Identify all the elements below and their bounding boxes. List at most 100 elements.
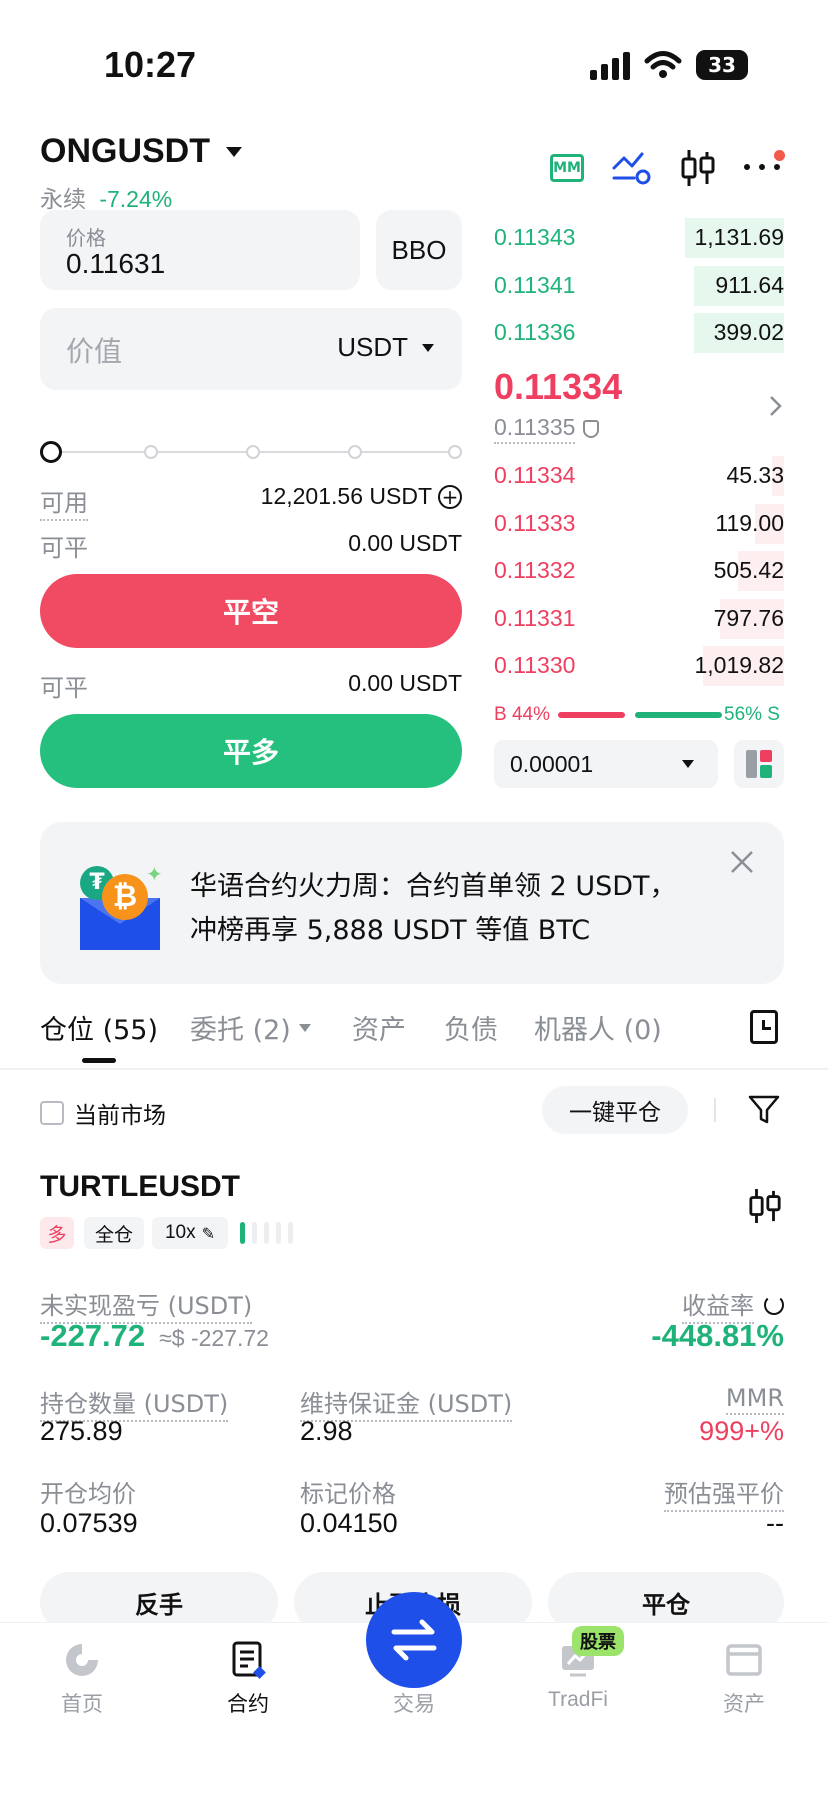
bbo-button[interactable]: BBO <box>376 210 462 290</box>
liq-label: 预估强平价 <box>664 1474 784 1512</box>
chevron-right-icon[interactable] <box>768 394 784 418</box>
value-field[interactable]: 价值 USDT <box>40 308 462 390</box>
tab-orders[interactable]: 委托 (2) <box>190 1008 311 1047</box>
nav-home[interactable]: 首页 <box>22 1640 142 1718</box>
status-bar: 10:27 33 <box>0 0 828 110</box>
pnl-usd: ≈$ -227.72 <box>159 1325 269 1351</box>
slider-handle[interactable] <box>40 441 62 463</box>
side-tag: 多 <box>40 1217 74 1249</box>
position-symbol[interactable]: TURTLEUSDT <box>40 1170 240 1204</box>
margin-mode-tag[interactable]: 全仓 <box>84 1217 144 1249</box>
close-long-button[interactable]: 平多 <box>40 714 462 788</box>
orderbook-qty: 1,019.82 <box>694 652 784 678</box>
caret-down-icon <box>682 760 694 768</box>
orderbook-row[interactable]: 0.11330 1,019.82 <box>494 646 784 686</box>
slider-tick <box>448 445 462 459</box>
tab-bots[interactable]: 机器人 (0) <box>534 1008 662 1047</box>
orderbook-qty: 911.64 <box>715 271 784 298</box>
available-row: 12,201.56 USDT + <box>261 483 462 510</box>
orderbook-qty: 119.00 <box>715 509 784 536</box>
orderbook-price: 0.11333 <box>494 509 576 536</box>
sell-ratio: 56% S <box>724 704 780 725</box>
amount-slider[interactable] <box>40 440 462 464</box>
available-value: 12,201.56 USDT <box>260 483 432 509</box>
price-field[interactable]: 价格 0.11631 <box>40 210 360 290</box>
filter-divider <box>714 1098 716 1122</box>
unit-selector[interactable]: USDT <box>337 332 434 363</box>
mark-label: 标记价格 <box>300 1480 396 1508</box>
ratio-bar <box>558 712 722 718</box>
promo-text-2: 冲榜再享 5,888 USDT 等值 BTC <box>190 915 591 946</box>
orderbook-row[interactable]: 0.11341 911.64 <box>494 265 784 306</box>
tab-assets[interactable]: 资产 <box>352 1008 406 1047</box>
entry-value: 0.07539 <box>40 1508 138 1538</box>
orderbook-row[interactable]: 0.11336 399.02 <box>494 313 784 353</box>
orderbook-price: 0.11330 <box>494 652 576 678</box>
orderbook-qty: 1,131.69 <box>694 224 784 250</box>
current-market-checkbox[interactable]: 当前市场 <box>40 1096 166 1130</box>
caret-down-icon <box>422 343 434 352</box>
tab-liabilities[interactable]: 负债 <box>444 1008 498 1047</box>
promo-text-1: 华语合约火力周：合约首单领 2 USDT， <box>190 871 677 902</box>
orderbook-price: 0.11343 <box>494 224 576 250</box>
orderbook-qty: 797.76 <box>713 604 784 631</box>
edit-icon: ✎ <box>201 1223 216 1243</box>
battery-icon: 33 <box>696 50 748 80</box>
checkbox-icon <box>40 1101 64 1125</box>
pnl-value: -227.72 <box>40 1318 146 1353</box>
close-short-button[interactable]: 平空 <box>40 574 462 648</box>
filter-icon[interactable] <box>748 1094 780 1126</box>
risk-bars <box>240 1222 300 1244</box>
closable-value-1: 0.00 USDT <box>348 530 462 556</box>
nav-trade[interactable]: 交易 <box>354 1640 474 1718</box>
mm-icon[interactable]: MM <box>550 154 584 182</box>
close-icon[interactable] <box>730 850 754 874</box>
chart-settings-icon[interactable] <box>612 150 652 186</box>
closable-label-2: 可平 <box>40 674 88 702</box>
orderbook-row[interactable]: 0.11332 505.42 <box>494 551 784 591</box>
status-time: 10:27 <box>104 44 197 85</box>
orderbook-qty: 505.42 <box>713 557 784 583</box>
entry-label: 开仓均价 <box>40 1480 136 1508</box>
mmr-value: 999+% <box>699 1416 784 1446</box>
mark-price-row: 0.11335 <box>494 414 600 444</box>
close-all-button[interactable]: 一键平仓 <box>542 1086 688 1134</box>
nav-assets[interactable]: 资产 <box>684 1640 804 1718</box>
pnl-row: -227.72 ≈$ -227.72 <box>40 1318 269 1354</box>
add-circle-icon[interactable]: + <box>438 484 462 509</box>
available-label: 可用 <box>40 483 88 521</box>
layout-toggle-icon[interactable] <box>734 740 784 788</box>
roe-value: -448.81% <box>651 1318 784 1353</box>
precision-select[interactable]: 0.00001 <box>494 740 718 788</box>
share-icon[interactable] <box>764 1295 784 1315</box>
mark-value: 0.04150 <box>300 1508 398 1538</box>
orderbook-row[interactable]: 0.11331 797.76 <box>494 598 784 639</box>
home-icon <box>66 1644 98 1676</box>
buy-ratio: B 44% <box>494 704 550 725</box>
orderbook-row[interactable]: 0.11333 119.00 <box>494 503 784 544</box>
orderbook-price: 0.11336 <box>494 319 576 345</box>
shield-icon <box>583 420 600 438</box>
more-icon[interactable] <box>744 150 785 172</box>
nav-label-tradfi: TradFi <box>548 1688 608 1711</box>
nav-label-home: 首页 <box>61 1692 103 1716</box>
tab-positions[interactable]: 仓位 (55) <box>40 1008 158 1047</box>
liq-value: -- <box>766 1508 784 1538</box>
orderbook-qty: 45.33 <box>726 462 784 488</box>
history-icon[interactable] <box>750 1010 778 1044</box>
mmr-label: MMR <box>725 1384 784 1415</box>
price-label: 价格 <box>66 226 106 250</box>
orderbook-row[interactable]: 0.11343 1,131.69 <box>494 218 784 258</box>
candlestick-icon[interactable] <box>680 148 716 188</box>
pair-selector[interactable]: ONGUSDT <box>40 132 242 171</box>
price-change: -7.24% <box>99 186 173 212</box>
candlestick-icon[interactable] <box>748 1186 782 1226</box>
promo-banner[interactable]: ₮ ₿ ✦ 华语合约火力周：合约首单领 2 USDT， 冲榜再享 5,888 U… <box>40 822 784 984</box>
leverage-tag[interactable]: 10x ✎ <box>152 1217 228 1249</box>
nav-futures[interactable]: 合约 <box>188 1640 308 1718</box>
orderbook-row[interactable]: 0.11334 45.33 <box>494 456 784 496</box>
stocks-badge: 股票 <box>572 1626 624 1656</box>
orderbook-price: 0.11341 <box>494 271 576 298</box>
slider-tick <box>144 445 158 459</box>
mark-price: 0.11335 <box>494 414 576 444</box>
